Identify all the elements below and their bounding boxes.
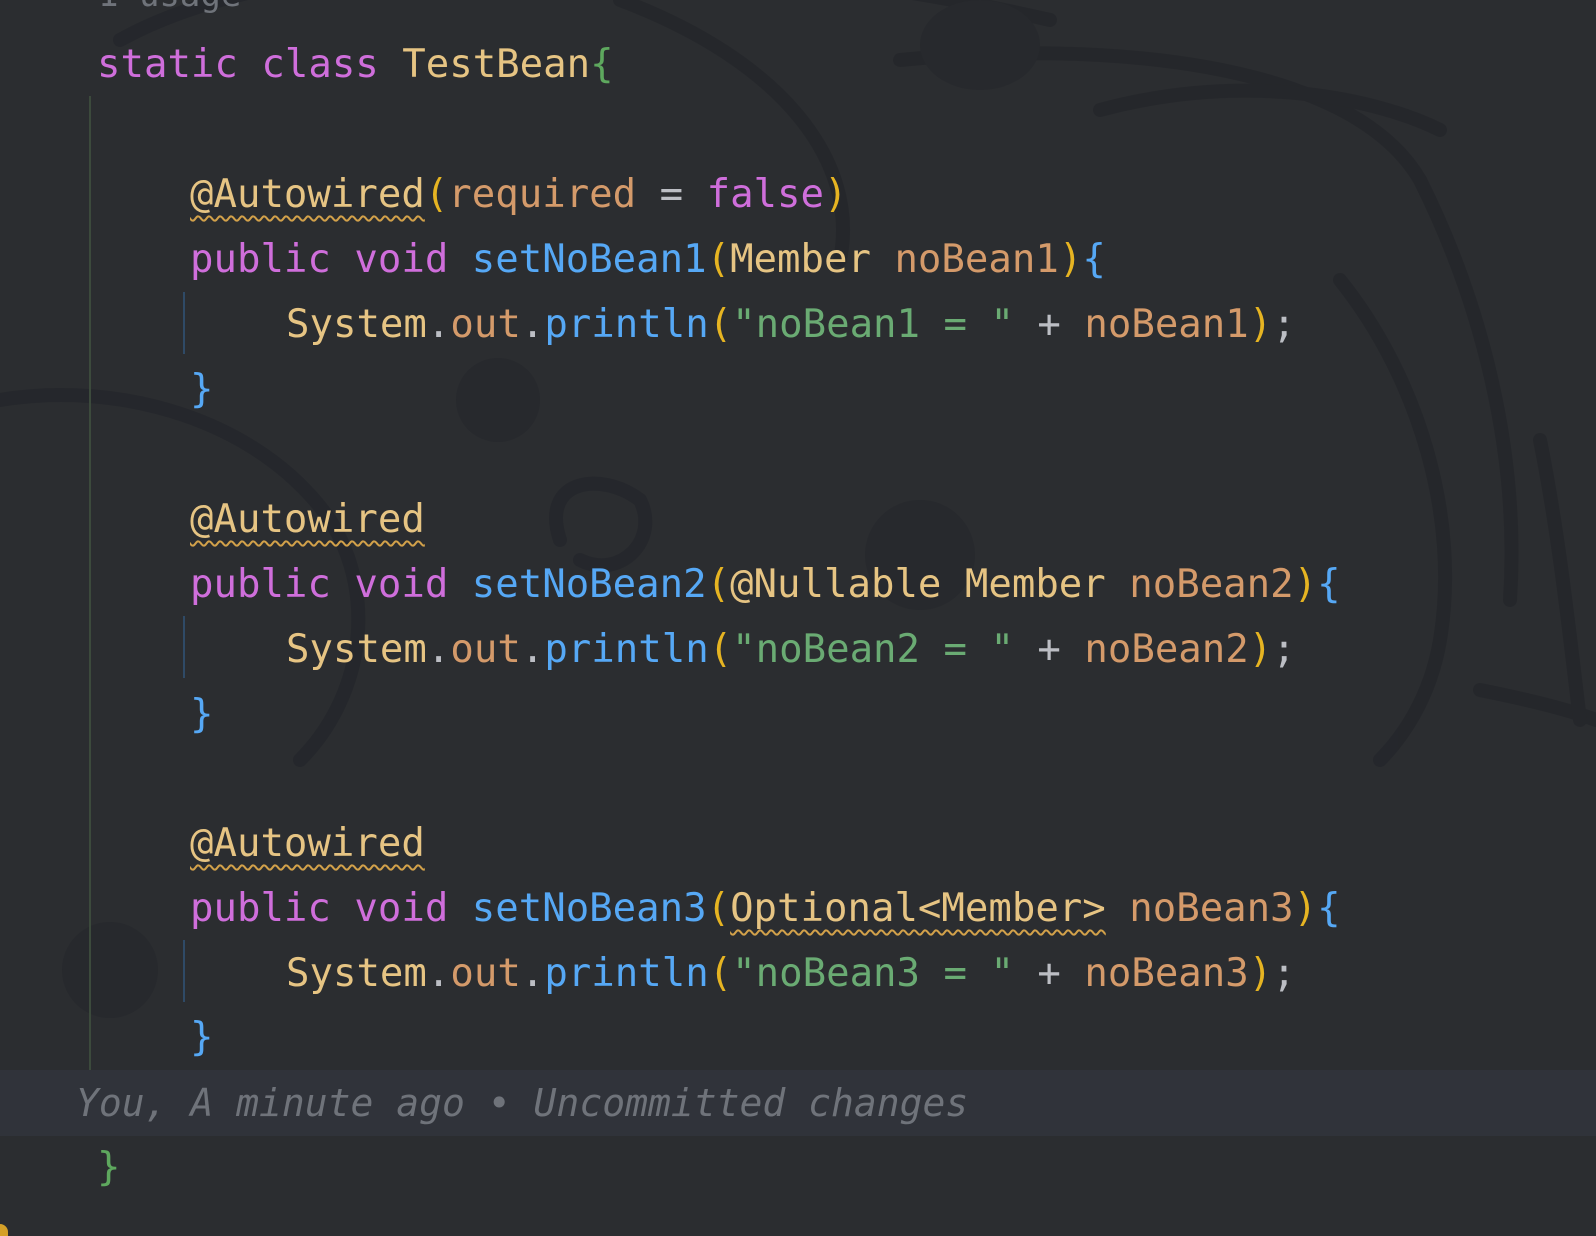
- annotation-autowired: @Autowired: [190, 497, 425, 542]
- keyword-public: public: [190, 886, 331, 931]
- dot: .: [426, 627, 451, 672]
- call-close-paren: ): [1248, 302, 1273, 347]
- param-name: noBean2: [1129, 562, 1294, 607]
- method-println: println: [544, 951, 709, 996]
- dot: .: [520, 951, 545, 996]
- git-blame-annotation[interactable]: You, A minute ago • Uncommitted changes: [76, 1070, 968, 1136]
- dot: .: [520, 302, 545, 347]
- code-line-method-1-body[interactable]: System.out.println("noBean1 = " + noBean…: [286, 292, 1296, 358]
- param-close-paren: ): [1058, 237, 1083, 282]
- param-type: Member: [730, 237, 871, 282]
- class-close-brace: }: [97, 1145, 121, 1190]
- string-literal: "noBean2 = ": [732, 627, 1014, 672]
- param-name: noBean1: [894, 237, 1059, 282]
- annotation-equals: =: [636, 172, 707, 217]
- code-editor[interactable]: 1 usage static class TestBean{ @Autowire…: [0, 0, 1596, 1236]
- method-open-brace: {: [1082, 237, 1106, 282]
- keyword-public: public: [190, 562, 331, 607]
- dot: .: [426, 951, 451, 996]
- system-class: System: [286, 627, 427, 672]
- variable-reference: noBean1: [1084, 302, 1249, 347]
- param-close-paren: ): [1293, 562, 1318, 607]
- string-literal: "noBean1 = ": [732, 302, 1014, 347]
- method2-indent-guide: [183, 616, 185, 678]
- param-type: Member: [964, 562, 1106, 607]
- method-close-brace: }: [190, 1015, 214, 1060]
- code-line-annotation-1[interactable]: @Autowired(required = false): [190, 162, 847, 228]
- param-open-paren: (: [706, 237, 731, 282]
- param-type-optional: Optional<Member>: [730, 886, 1106, 931]
- code-line-method-2-body[interactable]: System.out.println("noBean2 = " + noBean…: [286, 617, 1296, 683]
- call-close-paren: ): [1248, 951, 1273, 996]
- plus-operator: +: [1013, 627, 1085, 672]
- keyword-static: static: [97, 42, 238, 87]
- semicolon: ;: [1272, 627, 1296, 672]
- param-open-paren: (: [706, 886, 731, 931]
- call-open-paren: (: [708, 951, 733, 996]
- code-line-method-2-signature[interactable]: public void setNoBean2(@Nullable Member …: [190, 552, 1341, 618]
- code-line-annotation-2[interactable]: @Autowired: [190, 487, 425, 553]
- keyword-void: void: [354, 562, 449, 607]
- keyword-void: void: [354, 237, 449, 282]
- gutter-change-marker[interactable]: [0, 1224, 8, 1236]
- keyword-public: public: [190, 237, 331, 282]
- call-open-paren: (: [708, 627, 733, 672]
- method-close-brace: }: [190, 692, 214, 737]
- class-indent-guide: [89, 96, 91, 1132]
- variable-reference: noBean2: [1084, 627, 1249, 672]
- code-line-class-close[interactable]: }: [97, 1135, 120, 1201]
- class-name: TestBean: [402, 42, 591, 87]
- variable-reference: noBean3: [1084, 951, 1249, 996]
- code-line-method-1-close[interactable]: }: [190, 357, 213, 423]
- annotation-autowired: @Autowired: [190, 172, 425, 217]
- dot: .: [426, 302, 451, 347]
- call-open-paren: (: [708, 302, 733, 347]
- method-println: println: [544, 627, 709, 672]
- method-println: println: [544, 302, 709, 347]
- method-name: setNoBean2: [471, 562, 707, 607]
- keyword-void: void: [354, 886, 449, 931]
- semicolon: ;: [1272, 302, 1296, 347]
- code-line-method-3-close[interactable]: }: [190, 1005, 213, 1071]
- annotation-open-paren: (: [424, 172, 449, 217]
- class-open-brace: {: [590, 42, 614, 87]
- dot: .: [520, 627, 545, 672]
- keyword-false: false: [706, 172, 824, 217]
- system-class: System: [286, 302, 427, 347]
- param-name: noBean3: [1129, 886, 1294, 931]
- field-out: out: [450, 302, 521, 347]
- method-open-brace: {: [1317, 562, 1341, 607]
- method3-indent-guide: [183, 940, 185, 1002]
- code-line-method-3-body[interactable]: System.out.println("noBean3 = " + noBean…: [286, 941, 1296, 1007]
- plus-operator: +: [1013, 951, 1085, 996]
- method-close-brace: }: [190, 367, 214, 412]
- plus-operator: +: [1013, 302, 1085, 347]
- code-line-method-1-signature[interactable]: public void setNoBean1(Member noBean1){: [190, 227, 1106, 293]
- field-out: out: [450, 627, 521, 672]
- method-name: setNoBean3: [471, 886, 707, 931]
- code-line-method-2-close[interactable]: }: [190, 682, 213, 748]
- method-open-brace: {: [1317, 886, 1341, 931]
- string-literal: "noBean3 = ": [732, 951, 1014, 996]
- annotation-close-paren: ): [824, 172, 848, 217]
- code-line-class-declaration[interactable]: static class TestBean{: [97, 32, 614, 98]
- field-out: out: [450, 951, 521, 996]
- call-close-paren: ): [1248, 627, 1273, 672]
- usage-inlay-hint[interactable]: 1 usage: [98, 0, 241, 20]
- annotation-param-required: required: [448, 172, 637, 217]
- code-line-method-3-signature[interactable]: public void setNoBean3(Optional<Member> …: [190, 876, 1341, 942]
- semicolon: ;: [1272, 951, 1296, 996]
- param-close-paren: ): [1293, 886, 1318, 931]
- annotation-autowired: @Autowired: [190, 821, 425, 866]
- system-class: System: [286, 951, 427, 996]
- method1-indent-guide: [183, 292, 185, 354]
- keyword-class: class: [261, 42, 379, 87]
- code-line-annotation-3[interactable]: @Autowired: [190, 811, 425, 877]
- method-name: setNoBean1: [471, 237, 707, 282]
- param-open-paren: (: [706, 562, 731, 607]
- param-annotation-nullable: @Nullable: [730, 562, 942, 607]
